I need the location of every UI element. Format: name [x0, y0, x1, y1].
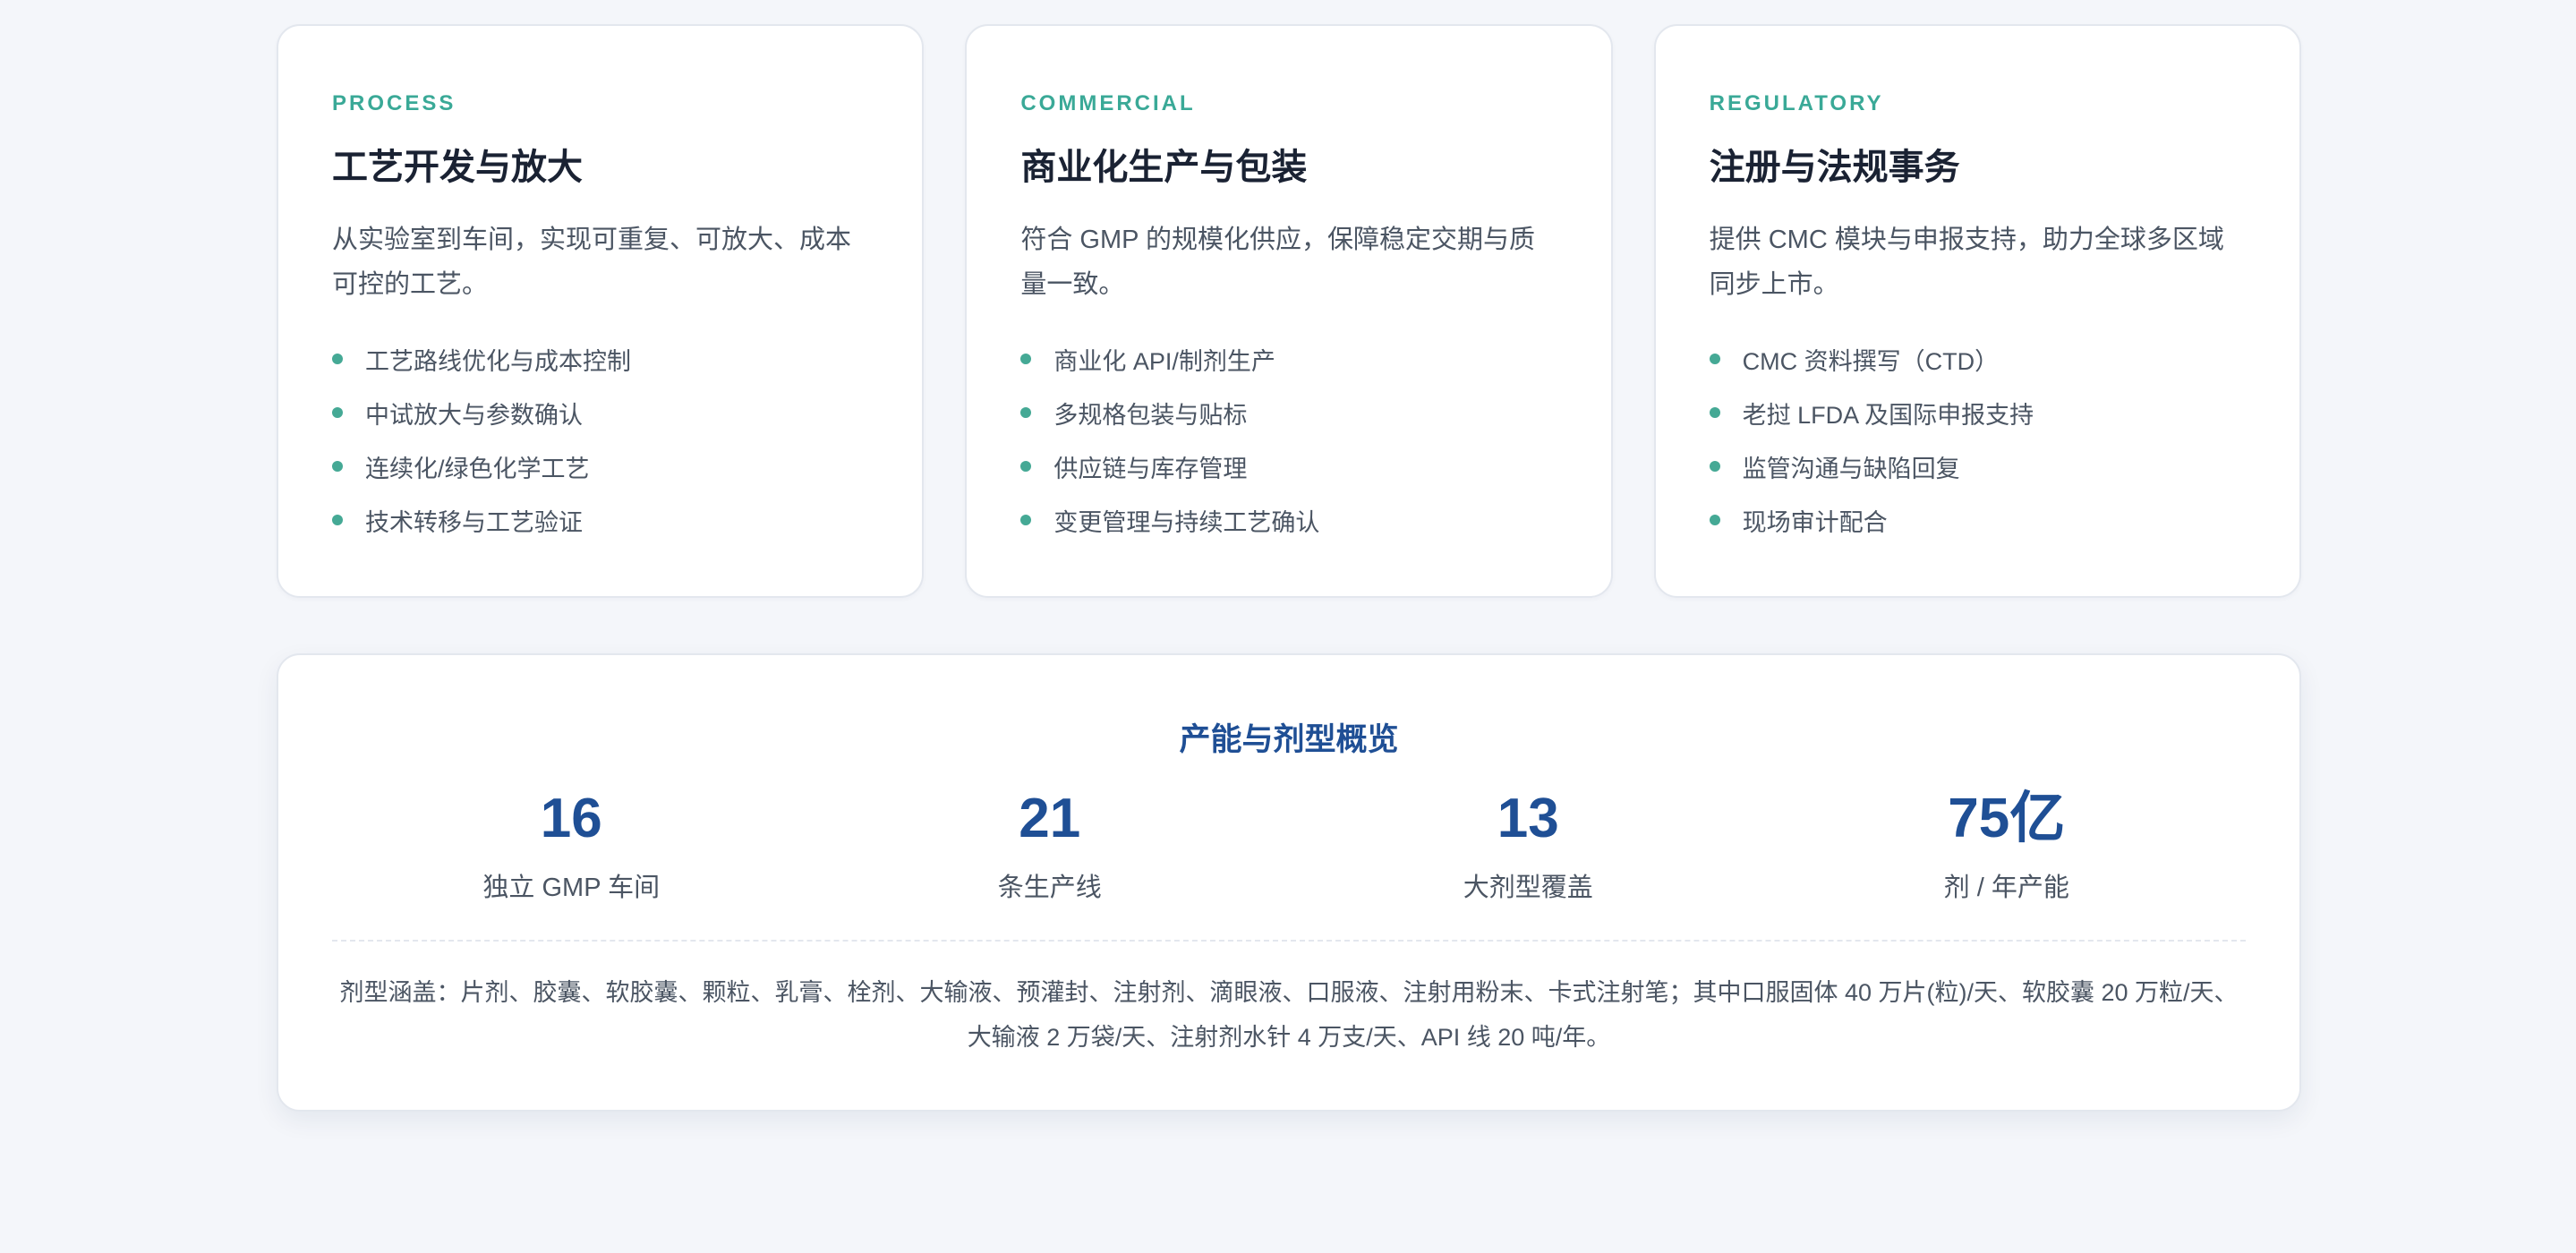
bullet-dot-icon: [1020, 407, 1032, 418]
bullet-dot-icon: [1709, 461, 1720, 472]
card-title: 商业化生产与包装: [1020, 148, 1308, 187]
bullet-item: 连续化/绿色化学工艺: [332, 439, 868, 493]
bullet-text: 工艺路线优化与成本控制: [365, 347, 631, 375]
card-process: PROCESS 工艺开发与放大 从实验室到车间，实现可重复、可放大、成本可控的工…: [277, 24, 925, 598]
bullet-item: 工艺路线优化与成本控制: [332, 332, 868, 386]
bullet-dot-icon: [332, 515, 343, 525]
card-bullet-list: 商业化 API/制剂生产 多规格包装与贴标 供应链与库存管理 变更管理与持续工艺…: [1020, 332, 1557, 547]
stat-dosage-forms: 13 大剂型覆盖: [1289, 791, 1768, 904]
card-title: 注册与法规事务: [1709, 148, 1960, 187]
bullet-text: 现场审计配合: [1742, 508, 1888, 536]
card-regulatory: REGULATORY 注册与法规事务 提供 CMC 模块与申报支持，助力全球多区…: [1653, 24, 2301, 598]
bullet-dot-icon: [1020, 354, 1032, 364]
bullet-dot-icon: [332, 407, 343, 418]
stat-value: 21: [1019, 788, 1081, 849]
note-line: 剂型涵盖：片剂、胶囊、软胶囊、颗粒、乳膏、栓剂、大输液、预灌封、注射剂、滴眼液、…: [339, 979, 2239, 1006]
stat-value: 75亿: [1948, 788, 2066, 849]
bullet-dot-icon: [1020, 515, 1032, 525]
bullet-text: 技术转移与工艺验证: [365, 508, 583, 536]
bullet-text: CMC 资料撰写（CTD）: [1742, 347, 2000, 375]
stat-value: 13: [1497, 788, 1559, 849]
card-eyebrow: PROCESS: [332, 91, 456, 115]
card-commercial: COMMERCIAL 商业化生产与包装 符合 GMP 的规模化供应，保障稳定交期…: [965, 24, 1613, 598]
bullet-dot-icon: [1020, 461, 1032, 472]
bullet-text: 连续化/绿色化学工艺: [365, 455, 590, 482]
bullet-dot-icon: [1709, 407, 1720, 418]
bullet-text: 商业化 API/制剂生产: [1053, 347, 1275, 375]
stat-value: 16: [540, 788, 602, 849]
card-title: 工艺开发与放大: [332, 148, 583, 187]
bullet-text: 供应链与库存管理: [1053, 455, 1248, 482]
stat-label: 大剂型覆盖: [1463, 874, 1593, 902]
card-bullet-list: CMC 资料撰写（CTD） 老挝 LFDA 及国际申报支持 监管沟通与缺陷回复 …: [1709, 332, 2246, 547]
bullet-item: 供应链与库存管理: [1020, 439, 1557, 493]
service-cards: PROCESS 工艺开发与放大 从实验室到车间，实现可重复、可放大、成本可控的工…: [277, 24, 2301, 598]
bullet-text: 监管沟通与缺陷回复: [1742, 455, 1960, 482]
bullet-dot-icon: [332, 461, 343, 472]
stat-label: 独立 GMP 车间: [482, 874, 661, 902]
capacity-overview-panel: 产能与剂型概览 16 独立 GMP 车间 21 条生产线 13 大剂型覆盖 75…: [277, 653, 2301, 1112]
bullet-item: 商业化 API/制剂生产: [1020, 332, 1557, 386]
bullet-item: 多规格包装与贴标: [1020, 386, 1557, 439]
bullet-item: 老挝 LFDA 及国际申报支持: [1709, 386, 2246, 439]
card-eyebrow: COMMERCIAL: [1020, 91, 1196, 115]
overview-title: 产能与剂型概览: [1179, 722, 1399, 757]
bullet-text: 老挝 LFDA 及国际申报支持: [1742, 401, 2034, 429]
card-eyebrow: REGULATORY: [1709, 91, 1884, 115]
dosage-forms-note: 剂型涵盖：片剂、胶囊、软胶囊、颗粒、乳膏、栓剂、大输液、预灌封、注射剂、滴眼液、…: [332, 970, 2246, 1060]
bullet-dot-icon: [1709, 515, 1720, 525]
card-bullet-list: 工艺路线优化与成本控制 中试放大与参数确认 连续化/绿色化学工艺 技术转移与工艺…: [332, 332, 868, 547]
bullet-item: 变更管理与持续工艺确认: [1020, 493, 1557, 547]
bullet-item: 监管沟通与缺陷回复: [1709, 439, 2246, 493]
bullet-text: 中试放大与参数确认: [365, 401, 583, 429]
bullet-dot-icon: [332, 354, 343, 364]
bullet-text: 多规格包装与贴标: [1053, 401, 1248, 429]
card-description: 提供 CMC 模块与申报支持，助力全球多区域同步上市。: [1709, 226, 2224, 299]
bullet-text: 变更管理与持续工艺确认: [1053, 508, 1320, 536]
stat-annual-capacity: 75亿 剂 / 年产能: [1768, 791, 2247, 904]
dashed-divider: [332, 940, 2246, 942]
stats-row: 16 独立 GMP 车间 21 条生产线 13 大剂型覆盖 75亿 剂 / 年产…: [332, 791, 2246, 904]
card-description: 符合 GMP 的规模化供应，保障稳定交期与质量一致。: [1020, 226, 1535, 299]
stat-workshops: 16 独立 GMP 车间: [332, 791, 811, 904]
card-description: 从实验室到车间，实现可重复、可放大、成本可控的工艺。: [332, 226, 852, 299]
stat-label: 剂 / 年产能: [1943, 874, 2069, 902]
page: PROCESS 工艺开发与放大 从实验室到车间，实现可重复、可放大、成本可控的工…: [0, 0, 2576, 1253]
bullet-item: 中试放大与参数确认: [332, 386, 868, 439]
bullet-item: 现场审计配合: [1709, 493, 2246, 547]
stat-label: 条生产线: [997, 874, 1102, 902]
stat-production-lines: 21 条生产线: [811, 791, 1290, 904]
bullet-dot-icon: [1709, 354, 1720, 364]
bullet-item: 技术转移与工艺验证: [332, 493, 868, 547]
note-line: 大输液 2 万袋/天、注射剂水针 4 万支/天、API 线 20 吨/年。: [967, 1024, 1611, 1051]
bullet-item: CMC 资料撰写（CTD）: [1709, 332, 2246, 386]
